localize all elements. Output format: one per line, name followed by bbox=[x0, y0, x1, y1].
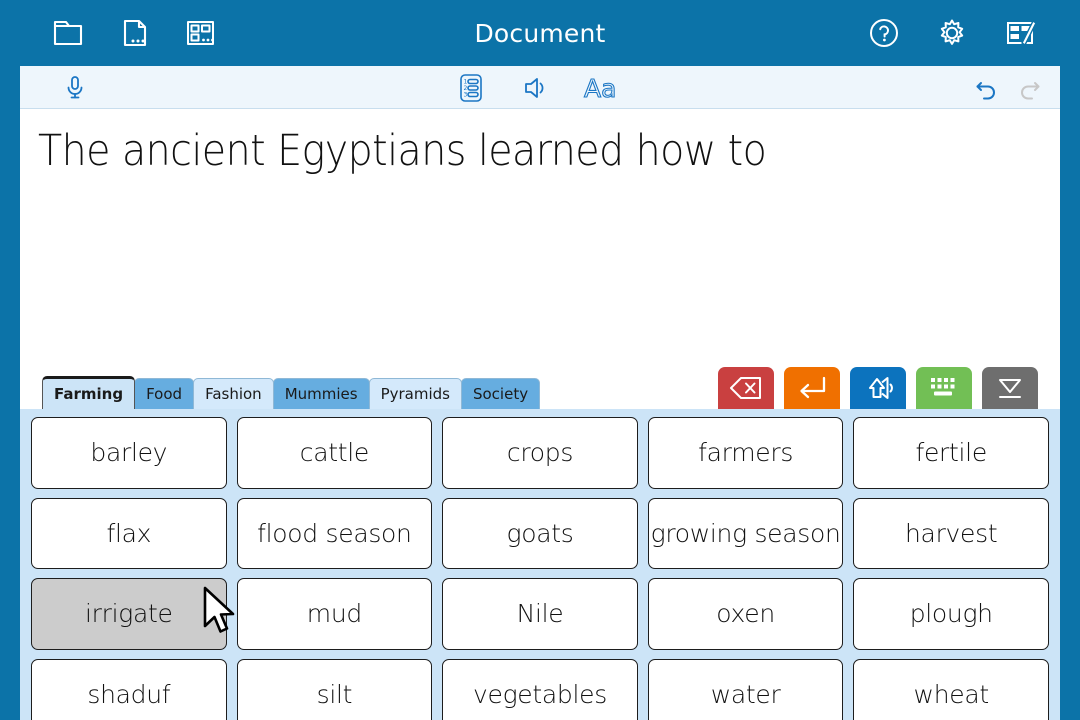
word-cell[interactable]: wheat bbox=[853, 658, 1049, 720]
keyboard-icon bbox=[928, 375, 960, 401]
open-folder-icon[interactable] bbox=[48, 13, 88, 53]
edit-grid-icon[interactable] bbox=[1000, 13, 1040, 53]
backspace-button[interactable] bbox=[718, 367, 774, 409]
undo-icon[interactable] bbox=[974, 75, 1000, 101]
document-toolbar-right bbox=[974, 66, 1042, 109]
grid-options-icon[interactable] bbox=[180, 13, 220, 53]
svg-text:Aa: Aa bbox=[584, 74, 616, 103]
tab-farming[interactable]: Farming bbox=[42, 376, 136, 409]
tab-mummies[interactable]: Mummies bbox=[272, 378, 370, 409]
numbered-list-icon[interactable]: 1 2 3 bbox=[454, 71, 488, 105]
word-cell[interactable]: shaduf bbox=[31, 658, 227, 720]
word-cell[interactable]: vegetables bbox=[442, 658, 638, 720]
svg-text:3: 3 bbox=[464, 91, 468, 98]
document-text-area[interactable]: The ancient Egyptians learned how to bbox=[20, 109, 1060, 365]
tab-food[interactable]: Food bbox=[134, 378, 195, 409]
collapse-down-icon bbox=[995, 375, 1025, 401]
collapse-button[interactable] bbox=[982, 367, 1038, 409]
keyboard-button[interactable] bbox=[916, 367, 972, 409]
settings-gear-icon[interactable] bbox=[932, 13, 972, 53]
word-cell[interactable]: plough bbox=[853, 578, 1049, 650]
document-options-icon[interactable] bbox=[114, 13, 154, 53]
title-bar-right-tools bbox=[864, 0, 1040, 66]
word-cell[interactable]: barley bbox=[31, 417, 227, 489]
word-cell[interactable]: fertile bbox=[853, 417, 1049, 489]
title-bar-left-tools bbox=[48, 0, 220, 66]
redo-icon[interactable] bbox=[1016, 75, 1042, 101]
shift-speaker-icon bbox=[860, 374, 896, 402]
text-size-icon[interactable]: Aa bbox=[582, 71, 626, 105]
word-cell[interactable]: growing season bbox=[647, 497, 844, 569]
enter-button[interactable] bbox=[784, 367, 840, 409]
document-text: The ancient Egyptians learned how to bbox=[38, 126, 767, 176]
shift-speak-button[interactable] bbox=[850, 367, 906, 409]
word-cell[interactable]: irrigate bbox=[31, 578, 227, 650]
tab-society[interactable]: Society bbox=[460, 378, 541, 409]
word-cell[interactable]: flax bbox=[31, 497, 227, 569]
word-grid-panel: barley cattle crops farmers fertile flax flood… bbox=[20, 409, 1060, 720]
title-bar: Document bbox=[0, 0, 1080, 66]
word-cell[interactable]: Nile bbox=[442, 578, 638, 650]
backspace-icon bbox=[729, 375, 763, 401]
category-tabs: Farming Food Fashion Mummies Pyramids Society bbox=[42, 376, 541, 409]
word-cell[interactable]: flood season bbox=[236, 497, 433, 569]
word-cell[interactable]: crops bbox=[442, 417, 638, 489]
word-cell[interactable]: oxen bbox=[647, 578, 844, 650]
word-cell[interactable]: farmers bbox=[647, 417, 844, 489]
speaker-icon[interactable] bbox=[518, 71, 552, 105]
application-window: Document 1 2 3 Aa The ancient Egyptians … bbox=[0, 0, 1080, 720]
tab-fashion[interactable]: Fashion bbox=[193, 378, 274, 409]
document-toolbar-center: 1 2 3 Aa bbox=[20, 66, 1060, 109]
return-arrow-icon bbox=[796, 374, 828, 402]
word-cell[interactable]: silt bbox=[236, 658, 433, 720]
word-cell[interactable]: mud bbox=[236, 578, 433, 650]
document-panel: 1 2 3 Aa The ancient Egyptians learned h… bbox=[20, 66, 1060, 720]
word-cell[interactable]: cattle bbox=[236, 417, 433, 489]
help-icon[interactable] bbox=[864, 13, 904, 53]
tab-pyramids[interactable]: Pyramids bbox=[368, 378, 462, 409]
action-buttons bbox=[718, 367, 1038, 409]
tab-strip: Farming Food Fashion Mummies Pyramids Society bbox=[20, 365, 1060, 409]
word-cell[interactable]: harvest bbox=[853, 497, 1049, 569]
word-grid: barley cattle crops farmers fertile flax flood… bbox=[31, 417, 1049, 720]
word-cell[interactable]: goats bbox=[442, 497, 638, 569]
word-cell[interactable]: water bbox=[647, 658, 844, 720]
document-toolbar: 1 2 3 Aa bbox=[20, 66, 1060, 109]
